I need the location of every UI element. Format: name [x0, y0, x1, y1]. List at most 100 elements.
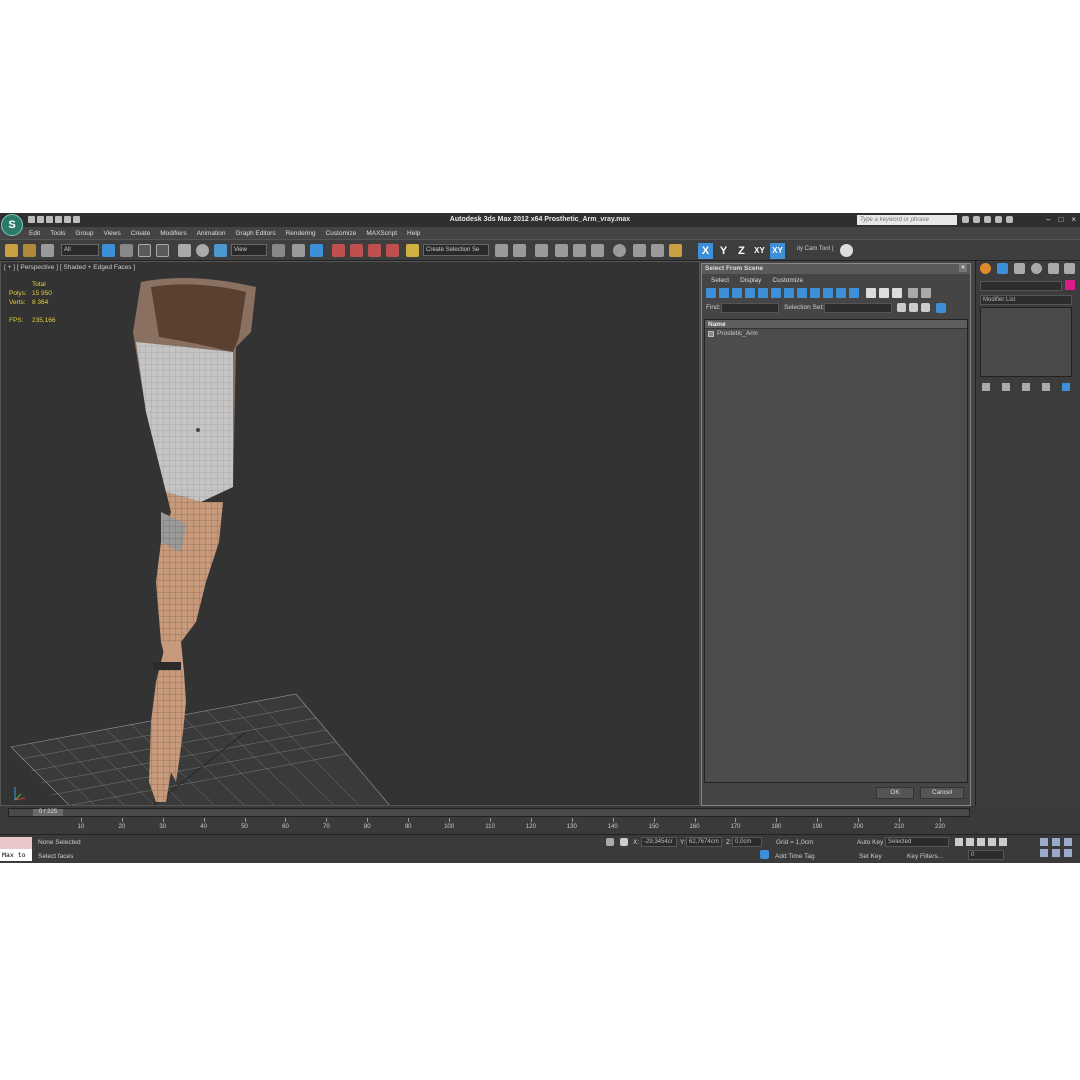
- object-name-field[interactable]: [980, 281, 1062, 291]
- create-tab-icon[interactable]: [980, 263, 991, 274]
- track-bar[interactable]: 10 20 30 40 50 60 70 80 90 100 110 120 130 140 150 160 1…: [30, 818, 970, 834]
- material-editor-icon[interactable]: [613, 244, 626, 257]
- communication-icon[interactable]: [984, 216, 991, 223]
- modify-tab-icon[interactable]: [997, 263, 1008, 274]
- display-bones-icon[interactable]: [810, 288, 820, 298]
- edit-named-selection-icon[interactable]: [406, 244, 419, 257]
- camera-tool-label[interactable]: ity Cam Tool (: [795, 244, 837, 256]
- x-coord-field[interactable]: -29,3454cr: [641, 837, 677, 847]
- z-coord-field[interactable]: 0,0cm: [732, 837, 762, 847]
- lock-selection-icon[interactable]: [606, 838, 614, 846]
- dialog-close-icon[interactable]: ×: [959, 264, 967, 272]
- select-none-icon[interactable]: [909, 303, 918, 312]
- next-frame-icon[interactable]: [988, 838, 996, 846]
- dialog-menu-customize[interactable]: Customize: [772, 277, 803, 284]
- find-input[interactable]: [721, 303, 779, 313]
- unlink-selection-icon[interactable]: [23, 244, 36, 257]
- display-shapes-icon[interactable]: [719, 288, 729, 298]
- set-key-button[interactable]: Set Key: [859, 853, 882, 860]
- display-lights-icon[interactable]: [732, 288, 742, 298]
- axis-y-button[interactable]: Y: [716, 243, 731, 259]
- field-of-view-icon[interactable]: [1040, 849, 1048, 857]
- object-list[interactable]: Name Prostetic_Arm: [704, 319, 968, 783]
- cancel-button[interactable]: Cancel: [920, 787, 964, 799]
- axis-xy-button[interactable]: XY: [752, 243, 767, 259]
- render-production-icon[interactable]: [669, 244, 682, 257]
- display-space-warps-icon[interactable]: [771, 288, 781, 298]
- schematic-view-icon[interactable]: [591, 244, 604, 257]
- ribbon-toggle-icon[interactable]: [555, 244, 568, 257]
- set-key-icon[interactable]: [836, 841, 850, 851]
- configure-modifier-sets-icon[interactable]: [1062, 383, 1070, 391]
- add-time-tag-button[interactable]: Add Time Tag: [775, 853, 815, 860]
- menu-graph-editors[interactable]: Graph Editors: [236, 228, 276, 239]
- align-icon[interactable]: [513, 244, 526, 257]
- key-mode-dropdown[interactable]: Selected: [885, 837, 949, 847]
- select-object-icon[interactable]: [102, 244, 115, 257]
- percent-snap-icon[interactable]: [368, 244, 381, 257]
- absolute-mode-icon[interactable]: [620, 838, 628, 846]
- reference-coordinate-dropdown[interactable]: View: [231, 244, 267, 256]
- menu-help[interactable]: Help: [407, 228, 420, 239]
- application-button[interactable]: S: [1, 214, 23, 236]
- snaps-toggle-icon[interactable]: [332, 244, 345, 257]
- maxscript-listener-output[interactable]: [0, 837, 32, 849]
- remove-modifier-icon[interactable]: [1042, 383, 1050, 391]
- axis-x-button[interactable]: X: [698, 243, 713, 259]
- select-dependents-icon[interactable]: [936, 303, 946, 313]
- layer-manager-icon[interactable]: [535, 244, 548, 257]
- list-item[interactable]: Prostetic_Arm: [705, 329, 967, 339]
- menu-edit[interactable]: Edit: [29, 228, 40, 239]
- make-unique-icon[interactable]: [1022, 383, 1030, 391]
- modifier-list-dropdown[interactable]: Modifier List: [980, 295, 1072, 305]
- dialog-menu-display[interactable]: Display: [740, 277, 761, 284]
- select-and-link-icon[interactable]: [5, 244, 18, 257]
- display-tab-icon[interactable]: [1048, 263, 1059, 274]
- key-filters-button[interactable]: Key Filters...: [907, 853, 943, 860]
- orbit-icon[interactable]: [1064, 849, 1072, 857]
- angle-snap-icon[interactable]: [350, 244, 363, 257]
- sync-selection-icon[interactable]: [921, 288, 931, 298]
- render-setup-icon[interactable]: [633, 244, 646, 257]
- minimize-icon[interactable]: –: [1046, 215, 1050, 224]
- bind-to-space-warp-icon[interactable]: [41, 244, 54, 257]
- previous-frame-icon[interactable]: [966, 838, 974, 846]
- display-invert-icon[interactable]: [892, 288, 902, 298]
- go-to-start-icon[interactable]: [955, 838, 963, 846]
- menu-customize[interactable]: Customize: [326, 228, 357, 239]
- display-helpers-icon[interactable]: [758, 288, 768, 298]
- zoom-all-icon[interactable]: [1052, 838, 1060, 846]
- motion-tab-icon[interactable]: [1031, 263, 1042, 274]
- object-color-swatch[interactable]: [1065, 280, 1075, 290]
- keyboard-shortcut-override-icon[interactable]: [310, 244, 323, 257]
- maxscript-mini-listener[interactable]: Max to: [0, 849, 32, 861]
- dialog-menu-select[interactable]: Select: [711, 277, 729, 284]
- rendered-frame-window-icon[interactable]: [651, 244, 664, 257]
- menu-tools[interactable]: Tools: [50, 228, 65, 239]
- show-end-result-icon[interactable]: [1002, 383, 1010, 391]
- pan-icon[interactable]: [1052, 849, 1060, 857]
- display-groups-icon[interactable]: [784, 288, 794, 298]
- zoom-icon[interactable]: [1040, 838, 1048, 846]
- auto-key-button[interactable]: Auto Key: [857, 839, 883, 846]
- spinner-snap-icon[interactable]: [386, 244, 399, 257]
- axis-xy-active-button[interactable]: XY: [770, 243, 785, 259]
- selection-filter-dropdown[interactable]: All: [61, 244, 99, 256]
- menu-views[interactable]: Views: [103, 228, 120, 239]
- menu-maxscript[interactable]: MAXScript: [366, 228, 397, 239]
- zoom-extents-icon[interactable]: [1064, 838, 1072, 846]
- binoculars-icon[interactable]: [962, 216, 969, 223]
- rectangular-selection-icon[interactable]: [138, 244, 151, 257]
- y-coord-field[interactable]: 62,7674cm: [686, 837, 722, 847]
- menu-create[interactable]: Create: [131, 228, 151, 239]
- hierarchy-tab-icon[interactable]: [1014, 263, 1025, 274]
- menu-group[interactable]: Group: [75, 228, 93, 239]
- menu-modifiers[interactable]: Modifiers: [160, 228, 186, 239]
- selection-set-dropdown[interactable]: [824, 303, 892, 313]
- select-all-icon[interactable]: [897, 303, 906, 312]
- display-hidden-icon[interactable]: [849, 288, 859, 298]
- current-frame-field[interactable]: 0: [968, 850, 1004, 860]
- menu-animation[interactable]: Animation: [197, 228, 226, 239]
- modifier-stack[interactable]: [980, 307, 1072, 377]
- display-xrefs-icon[interactable]: [797, 288, 807, 298]
